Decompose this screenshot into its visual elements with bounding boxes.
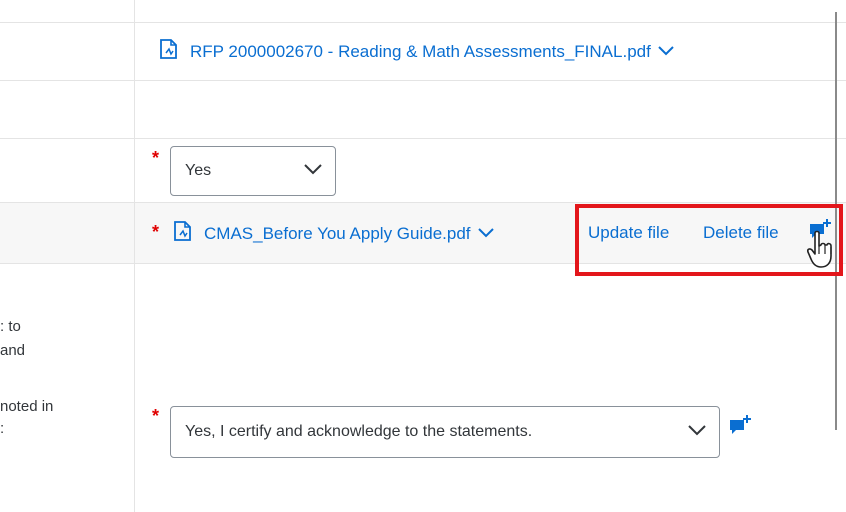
- question-text-line-4: :: [0, 420, 5, 437]
- yes-no-select-value: Yes: [185, 162, 212, 179]
- row-divider-1: [0, 22, 846, 23]
- required-marker-q3: *: [152, 406, 160, 426]
- yes-no-select[interactable]: Yes: [170, 146, 336, 196]
- required-marker-q2: *: [152, 222, 160, 242]
- chevron-down-icon: [687, 423, 707, 441]
- required-marker-q1: *: [152, 148, 160, 168]
- rfp-attachment-name[interactable]: RFP 2000002670 - Reading & Math Assessme…: [190, 42, 651, 62]
- column-divider: [134, 0, 135, 512]
- question-text-line-3: noted in: [0, 398, 54, 415]
- rfp-attachment-link[interactable]: RFP 2000002670 - Reading & Math Assessme…: [158, 38, 675, 65]
- question-text-line-1: : to: [0, 318, 21, 335]
- chevron-down-icon[interactable]: [477, 224, 495, 244]
- chevron-down-icon: [303, 162, 323, 180]
- certify-select-value: Yes, I certify and acknowledge to the st…: [185, 423, 533, 440]
- question-text-line-2: and: [0, 342, 26, 359]
- highlight-box: [575, 204, 843, 276]
- cmas-attachment-link[interactable]: CMAS_Before You Apply Guide.pdf: [172, 220, 495, 247]
- add-comment-icon[interactable]: [728, 414, 752, 441]
- cmas-attachment-name[interactable]: CMAS_Before You Apply Guide.pdf: [204, 224, 471, 244]
- pdf-document-icon: [158, 38, 180, 65]
- row-divider-2: [0, 80, 846, 81]
- chevron-down-icon[interactable]: [657, 42, 675, 62]
- pdf-document-icon: [172, 220, 194, 247]
- certify-select[interactable]: Yes, I certify and acknowledge to the st…: [170, 406, 720, 458]
- row-divider-3: [0, 138, 846, 139]
